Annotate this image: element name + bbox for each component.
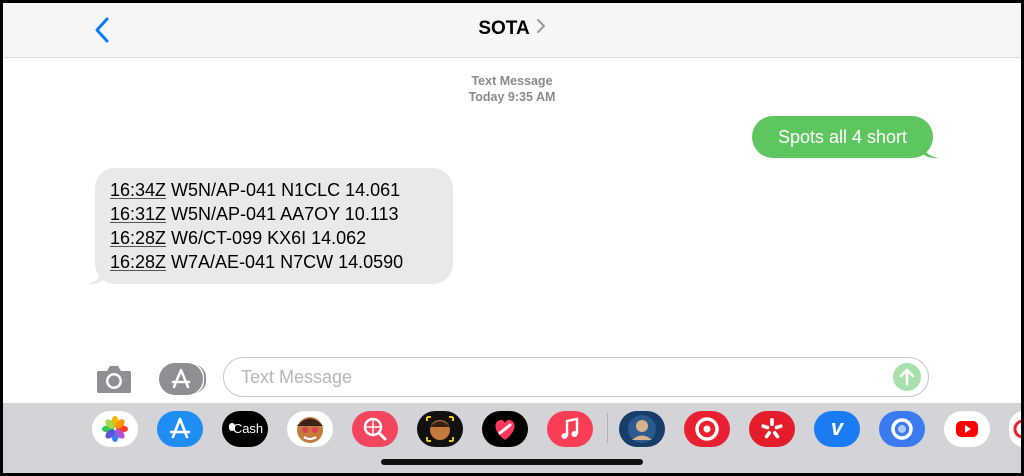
spot-text: W5N/AP-041 AA7OY 10.113 bbox=[166, 204, 399, 224]
app-drawer-indicator bbox=[194, 365, 206, 393]
conversation-header: SOTA bbox=[3, 3, 1021, 58]
heart-touch-icon bbox=[495, 420, 515, 440]
spot-text: W7A/AE-041 N7CW 14.0590 bbox=[166, 252, 404, 272]
yelp-app-icon[interactable] bbox=[749, 411, 795, 447]
memoji-stickers-icon[interactable] bbox=[287, 411, 333, 447]
message-type-label: Text Message bbox=[471, 74, 553, 88]
incoming-message-bubble[interactable]: 16:34Z W5N/AP-041 N1CLC 14.061 16:31Z W5… bbox=[95, 168, 453, 284]
magnifier-globe-icon bbox=[363, 417, 387, 441]
home-indicator[interactable] bbox=[381, 459, 643, 465]
contact-name: SOTA bbox=[478, 18, 530, 40]
circle-app-icon[interactable] bbox=[879, 411, 925, 447]
target-circle-icon bbox=[695, 417, 719, 441]
play-button-icon bbox=[956, 421, 978, 437]
app-drawer-button[interactable] bbox=[159, 363, 206, 395]
partial-app-icon[interactable] bbox=[1009, 411, 1021, 447]
arrow-up-icon bbox=[899, 368, 915, 386]
apple-cash-icon[interactable]: Cash bbox=[222, 411, 268, 447]
yelp-burst-icon bbox=[761, 418, 783, 439]
camera-icon bbox=[97, 366, 131, 393]
imessage-app-drawer: Cash v bbox=[3, 403, 1021, 473]
spot-time-link[interactable]: 16:28Z bbox=[110, 228, 166, 248]
spot-time-link[interactable]: 16:28Z bbox=[110, 252, 166, 272]
images-search-icon[interactable] bbox=[352, 411, 398, 447]
music-note-icon bbox=[561, 417, 579, 439]
target-app-icon[interactable] bbox=[684, 411, 730, 447]
spot-line: 16:34Z W5N/AP-041 N1CLC 14.061 bbox=[110, 178, 453, 202]
outgoing-message-bubble[interactable]: Spots all 4 short bbox=[752, 116, 933, 158]
red-ring-icon bbox=[1013, 419, 1021, 439]
message-input[interactable]: Text Message bbox=[223, 357, 929, 397]
spot-line: 16:31Z W5N/AP-041 AA7OY 10.113 bbox=[110, 202, 453, 226]
messages-screen: SOTA Text Message Today 9:35 AM Spots al… bbox=[3, 3, 1021, 473]
photos-flower-icon bbox=[102, 416, 128, 442]
ring-icon bbox=[891, 418, 913, 440]
contact-title-button[interactable]: SOTA bbox=[3, 18, 1021, 40]
message-timestamp: Text Message Today 9:35 AM bbox=[3, 73, 1021, 105]
message-input-placeholder: Text Message bbox=[241, 367, 353, 387]
digital-touch-icon[interactable] bbox=[482, 411, 528, 447]
chevron-right-icon bbox=[536, 18, 546, 40]
message-time-label: Today 9:35 AM bbox=[468, 90, 556, 104]
sticker-app-icon[interactable] bbox=[619, 411, 665, 447]
camera-button[interactable] bbox=[95, 361, 133, 397]
memoji-head-icon bbox=[426, 416, 454, 442]
venmo-app-icon[interactable]: v bbox=[814, 411, 860, 447]
venmo-logo: v bbox=[830, 415, 844, 440]
memoji-icon[interactable] bbox=[417, 411, 463, 447]
spot-text: W5N/AP-041 N1CLC 14.061 bbox=[166, 180, 401, 200]
spot-line: 16:28Z W7A/AE-041 N7CW 14.0590 bbox=[110, 250, 453, 274]
music-icon[interactable] bbox=[547, 411, 593, 447]
app-store-icon[interactable] bbox=[157, 411, 203, 447]
avatar-badge-icon bbox=[628, 415, 656, 443]
spot-text: W6/CT-099 KX6I 14.062 bbox=[166, 228, 367, 248]
spot-line: 16:28Z W6/CT-099 KX6I 14.062 bbox=[110, 226, 453, 250]
drawer-divider bbox=[607, 413, 608, 443]
send-button[interactable] bbox=[893, 363, 921, 391]
photos-app-icon[interactable] bbox=[92, 411, 138, 447]
spot-time-link[interactable]: 16:31Z bbox=[110, 204, 166, 224]
app-store-a-icon bbox=[169, 417, 191, 439]
apple-logo-icon bbox=[229, 423, 235, 431]
memoji-face-icon bbox=[297, 417, 323, 443]
spot-time-link[interactable]: 16:34Z bbox=[110, 180, 166, 200]
outgoing-bubble-tail bbox=[921, 141, 939, 159]
youtube-app-icon[interactable] bbox=[944, 411, 990, 447]
